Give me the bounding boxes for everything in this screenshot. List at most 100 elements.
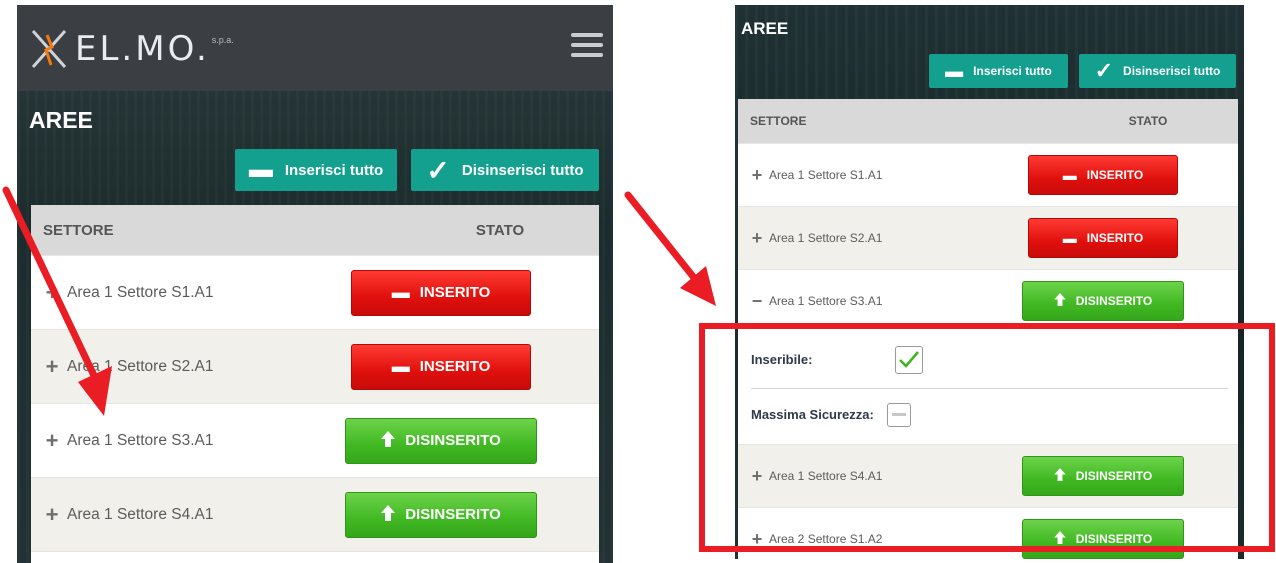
minus-icon [892, 413, 906, 416]
status-label: INSERITO [419, 358, 491, 375]
status-label: DISINSERITO [1075, 469, 1153, 483]
max-security-label: Massima Sicurezza: [751, 407, 874, 422]
row-sector[interactable]: + Area 1 Settore S4.A1 [31, 502, 351, 528]
page-title: AREE [741, 19, 789, 38]
status-button-armed[interactable]: ▬ INSERITO [1028, 155, 1178, 195]
minus-icon: ▬ [1062, 167, 1077, 183]
row-sector[interactable]: − Area 1 Settore S3.A1 [738, 291, 1028, 312]
insert-all-label: Inserisci tutto [284, 161, 384, 179]
status-button-disarmed[interactable]: DISINSERITO [345, 491, 537, 538]
sector-name: Area 1 Settore S1.A1 [769, 168, 883, 182]
table-header: SETTORE STATO [31, 205, 599, 255]
areas-table: SETTORE STATO + Area 1 Settore S1.A1 ▬ I… [738, 99, 1238, 559]
plus-icon[interactable]: + [750, 529, 764, 550]
status-label: INSERITO [419, 284, 491, 301]
row-sector[interactable]: + Area 1 Settore S2.A1 [31, 354, 351, 380]
status-label: DISINSERITO [405, 506, 501, 523]
left-phone-screen: EL.MO. s.p.a. AREE ▬ Inserisci tutto ✓ D… [17, 5, 613, 563]
red-arrow-right [624, 191, 716, 306]
row-sector[interactable]: + Area 2 Settore S1.A2 [738, 529, 1028, 550]
status-button-armed[interactable]: ▬ INSERITO [351, 343, 531, 390]
elmo-logo-icon [31, 30, 67, 68]
plus-icon[interactable]: + [750, 165, 764, 186]
plus-icon[interactable]: + [43, 428, 61, 454]
check-icon: ✓ [1094, 58, 1114, 83]
plus-icon[interactable]: + [43, 280, 61, 306]
table-row: + Area 1 Settore S1.A1 ▬ INSERITO [738, 143, 1238, 206]
table-row-expanded: − Area 1 Settore S3.A1 DISINSERITO [738, 269, 1238, 332]
status-button-armed[interactable]: ▬ INSERITO [351, 269, 531, 316]
row-sector[interactable]: + Area 1 Settore S2.A1 [738, 228, 1028, 249]
sector-name: Area 2 Settore S1.A2 [769, 532, 883, 546]
insert-all-button[interactable]: ▬ Inserisci tutto [929, 54, 1068, 88]
status-label: DISINSERITO [1075, 294, 1153, 308]
row-sector[interactable]: + Area 1 Settore S3.A1 [31, 428, 351, 454]
max-security-checkbox[interactable] [887, 402, 911, 427]
column-status: STATO [475, 221, 525, 239]
minus-icon: ▬ [945, 60, 964, 81]
disarm-all-button[interactable]: ✓ Disinserisci tutto [1079, 54, 1236, 88]
hamburger-icon[interactable] [571, 33, 603, 57]
column-sector: SETTORE [43, 221, 114, 239]
plus-icon[interactable]: + [750, 228, 764, 249]
brand-logo[interactable]: EL.MO. s.p.a. [27, 19, 234, 79]
minus-icon: ▬ [391, 356, 410, 376]
disarm-all-label: Disinserisci tutto [1123, 64, 1221, 78]
sector-name: Area 1 Settore S3.A1 [769, 294, 883, 308]
minus-icon[interactable]: − [750, 291, 764, 312]
status-label: INSERITO [1086, 231, 1144, 245]
insertable-checkbox[interactable] [895, 345, 923, 374]
insert-all-button[interactable]: ▬ Inserisci tutto [235, 149, 397, 191]
status-label: INSERITO [1086, 168, 1144, 182]
sector-name: Area 1 Settore S1.A1 [67, 283, 214, 301]
areas-table: SETTORE STATO + Area 1 Settore S1.A1 ▬ I… [31, 205, 599, 563]
table-row: + Area 1 Settore S2.A1 ▬ INSERITO [738, 206, 1238, 269]
plus-icon[interactable]: + [43, 502, 61, 528]
status-button-disarmed[interactable]: DISINSERITO [345, 417, 537, 464]
insertable-row: Inseribile: [751, 332, 1238, 387]
status-button-disarmed[interactable]: DISINSERITO [1022, 281, 1184, 321]
table-row: + Area 1 Settore S4.A1 DISINSERITO [738, 444, 1238, 507]
row-sector[interactable]: + Area 1 Settore S1.A1 [31, 280, 351, 306]
status-label: DISINSERITO [1075, 532, 1153, 546]
status-button-disarmed[interactable]: DISINSERITO [1022, 519, 1184, 559]
status-button-armed[interactable]: ▬ INSERITO [1028, 218, 1178, 258]
column-sector: SETTORE [750, 114, 807, 128]
status-button-disarmed[interactable]: DISINSERITO [1022, 456, 1184, 496]
screenshot-composite: EL.MO. s.p.a. AREE ▬ Inserisci tutto ✓ D… [0, 0, 1276, 563]
divider [751, 388, 1228, 389]
sector-name: Area 1 Settore S2.A1 [67, 357, 214, 375]
arrow-up-icon [1054, 293, 1066, 309]
sector-name: Area 1 Settore S4.A1 [769, 469, 883, 483]
disarm-all-button[interactable]: ✓ Disinserisci tutto [411, 149, 599, 191]
check-icon [899, 350, 919, 368]
disarm-all-label: Disinserisci tutto [461, 161, 584, 179]
sector-name: Area 1 Settore S4.A1 [67, 505, 214, 523]
arrow-up-icon [381, 430, 396, 451]
arrow-up-icon [1054, 531, 1066, 547]
brand-name: EL.MO. [75, 29, 210, 69]
table-row: + Area 1 Settore S1.A1 ▬ INSERITO [31, 255, 599, 329]
arrow-up-icon [1054, 468, 1066, 484]
page-title: AREE [29, 107, 93, 133]
sector-detail-panel: Inseribile: Massima Sicurezza: [738, 332, 1238, 444]
minus-icon: ▬ [248, 156, 273, 183]
brand-suffix: s.p.a. [211, 35, 234, 45]
top-navbar: EL.MO. s.p.a. [17, 5, 613, 91]
column-status: STATO [1128, 114, 1168, 128]
plus-icon[interactable]: + [750, 466, 764, 487]
table-header: SETTORE STATO [738, 99, 1238, 143]
table-row: + Area 2 Settore S1.A2 DISINSERITO [738, 507, 1238, 559]
insert-all-label: Inserisci tutto [973, 64, 1052, 78]
right-phone-screen: AREE ▬ Inserisci tutto ✓ Disinserisci tu… [735, 5, 1244, 559]
sector-name: Area 1 Settore S3.A1 [67, 431, 214, 449]
plus-icon[interactable]: + [43, 354, 61, 380]
minus-icon: ▬ [1062, 230, 1077, 246]
check-icon: ✓ [426, 154, 450, 186]
row-sector[interactable]: + Area 1 Settore S1.A1 [738, 165, 1028, 186]
row-sector[interactable]: + Area 1 Settore S4.A1 [738, 466, 1028, 487]
sector-name: Area 1 Settore S2.A1 [769, 231, 883, 245]
minus-icon: ▬ [391, 282, 410, 302]
table-row-partial [31, 551, 599, 563]
table-row: + Area 1 Settore S3.A1 DISINSERITO [31, 403, 599, 477]
